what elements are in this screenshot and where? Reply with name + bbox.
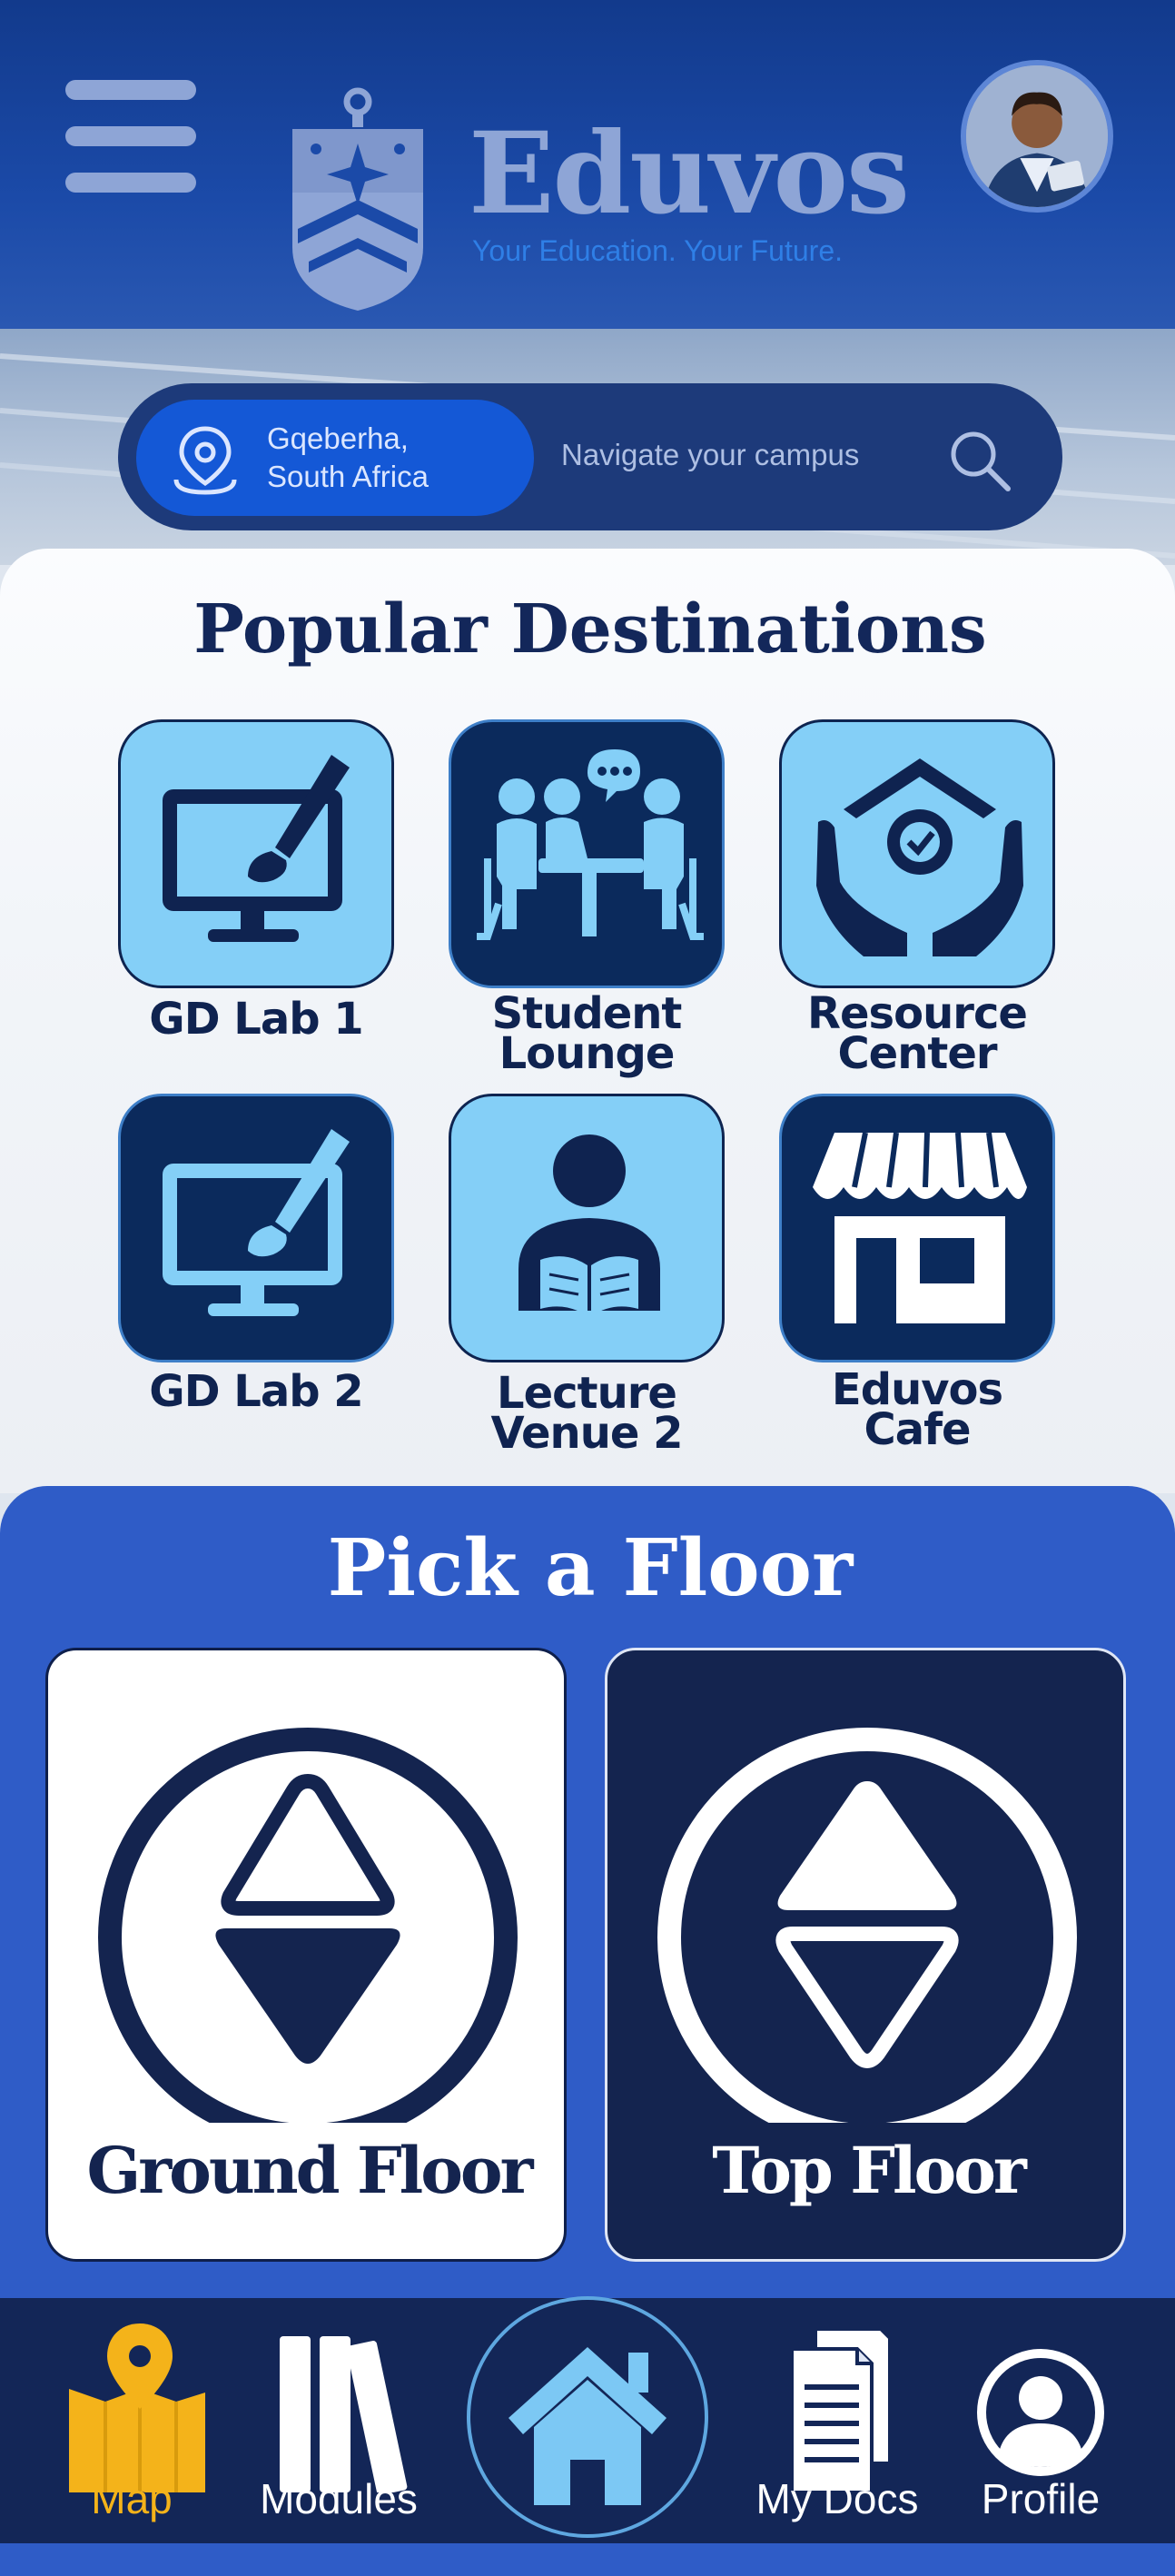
user-avatar[interactable] <box>961 60 1113 213</box>
brand-name: Eduvos <box>469 108 910 240</box>
search-icon[interactable] <box>944 425 1013 494</box>
nav-my-docs[interactable]: My Docs <box>737 2298 937 2543</box>
eduvos-crest-logo <box>292 87 423 311</box>
top-floor-label: Top Floor <box>712 2133 1027 2208</box>
destination-resource-center[interactable] <box>779 719 1055 988</box>
destination-gd-lab-2[interactable] <box>118 1094 394 1362</box>
location-country: South Africa <box>267 460 429 493</box>
brand-tagline: Your Education. Your Future. <box>472 234 843 267</box>
ground-floor-label: Ground Floor <box>86 2133 534 2208</box>
nav-profile-label: Profile <box>981 2475 1101 2522</box>
nav-profile[interactable]: Profile <box>950 2298 1131 2543</box>
elevator-down-icon <box>98 1728 518 2123</box>
computer-paintbrush-icon <box>163 1129 350 1316</box>
profile-icon <box>977 2349 1104 2476</box>
destination-student-lounge[interactable] <box>449 719 725 988</box>
documents-icon <box>790 2327 892 2492</box>
menu-icon[interactable] <box>65 80 196 193</box>
destination-gd-lab-1[interactable] <box>118 719 394 988</box>
search-input[interactable]: Navigate your campus <box>561 436 859 474</box>
destination-label: Resource Center <box>807 988 1028 1079</box>
destination-lecture-venue-2[interactable] <box>449 1094 725 1362</box>
destination-label: Student Lounge <box>491 988 683 1079</box>
nav-home[interactable] <box>467 2296 708 2538</box>
ground-floor-button[interactable]: Ground Floor <box>45 1648 567 2262</box>
location-pin-icon <box>173 426 237 495</box>
popular-destinations-title: Popular Destinations <box>193 590 987 669</box>
computer-paintbrush-icon <box>163 755 350 942</box>
group-meeting-icon <box>477 749 704 940</box>
destination-label: Eduvos Cafe <box>831 1364 1003 1455</box>
location-city: Gqeberha, <box>267 421 409 455</box>
nav-map[interactable]: Map <box>36 2298 227 2543</box>
location-text: Gqeberha, South Africa <box>267 420 429 496</box>
top-floor-button[interactable]: Top Floor <box>605 1648 1126 2262</box>
nav-my-docs-label: My Docs <box>755 2475 919 2522</box>
home-icon <box>509 2347 666 2505</box>
destination-label: Lecture Venue 2 <box>490 1368 683 1459</box>
map-pin-icon <box>69 2323 205 2492</box>
person-reading-icon <box>518 1134 660 1316</box>
nav-modules[interactable]: Modules <box>243 2298 434 2543</box>
hands-shield-icon <box>816 758 1023 956</box>
elevator-up-icon <box>657 1728 1077 2123</box>
books-icon <box>280 2336 408 2492</box>
nav-modules-label: Modules <box>260 2475 418 2522</box>
storefront-icon <box>813 1132 1027 1323</box>
destination-label: GD Lab 2 <box>149 1366 363 1417</box>
destination-eduvos-cafe[interactable] <box>779 1094 1055 1362</box>
destination-label: GD Lab 1 <box>149 994 363 1045</box>
floor-picker-title: Pick a Floor <box>327 1522 854 1614</box>
nav-map-label: Map <box>91 2475 173 2522</box>
person-photo-icon <box>966 65 1108 207</box>
